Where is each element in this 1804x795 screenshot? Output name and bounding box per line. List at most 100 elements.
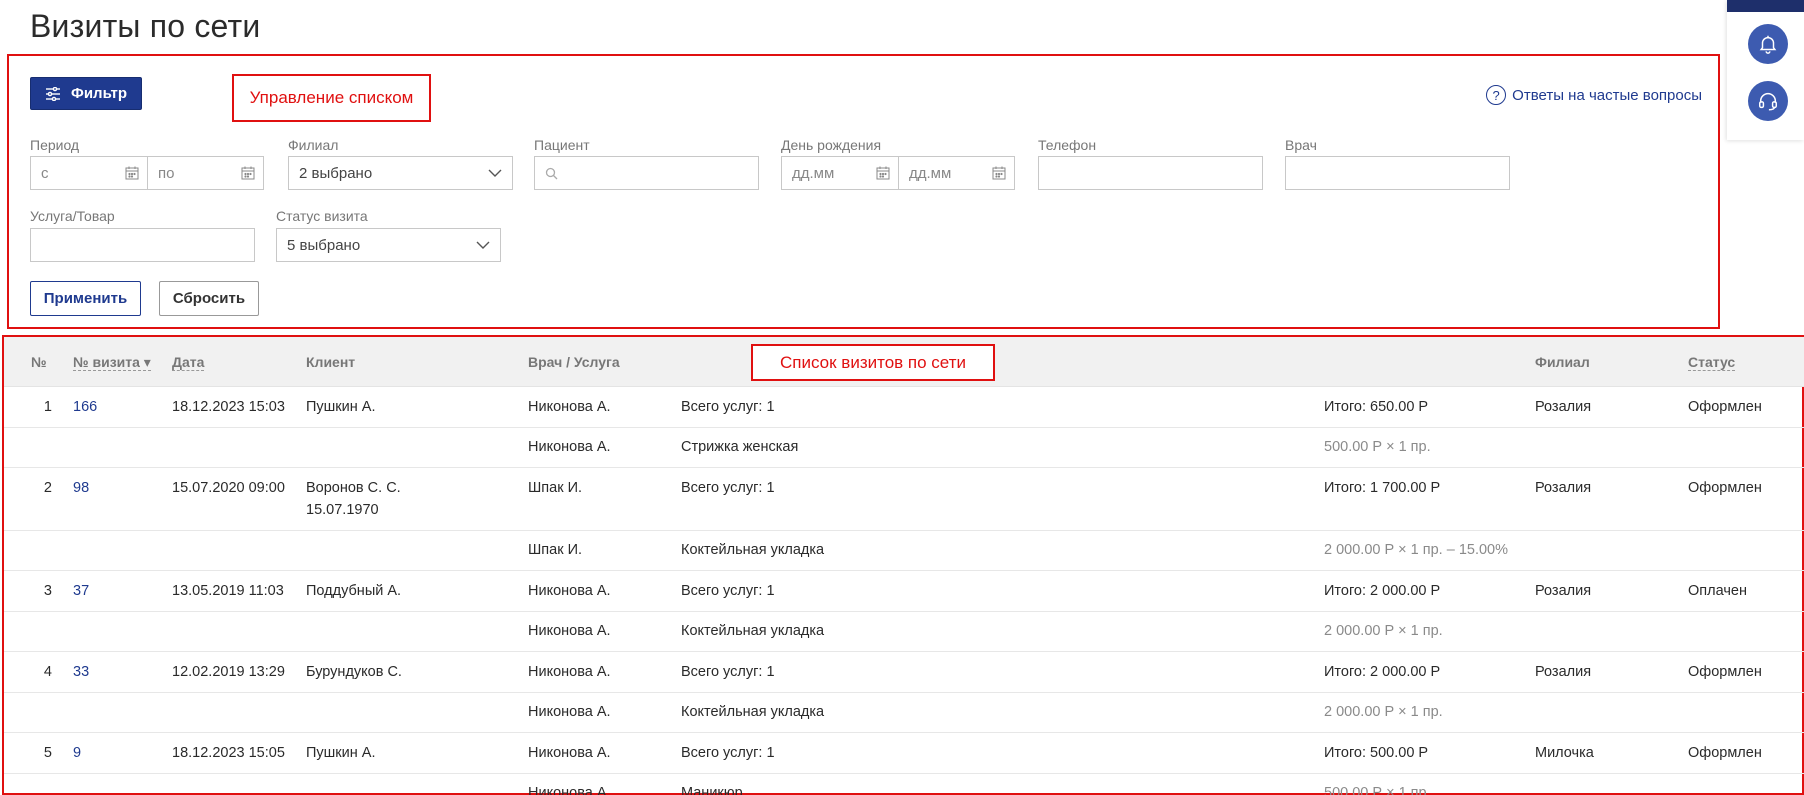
service-input[interactable] bbox=[30, 228, 255, 262]
table-subrow: Никонова А. Маникюр 500.00 Р × 1 пр. bbox=[4, 774, 1804, 795]
birthday-label: День рождения bbox=[781, 137, 882, 153]
table-subrow: Никонова А. Стрижка женская 500.00 Р × 1… bbox=[4, 428, 1804, 468]
visit-link[interactable]: 166 bbox=[73, 396, 97, 418]
table-subrow: Шпак И. Коктейльная укладка 2 000.00 Р ×… bbox=[4, 531, 1804, 571]
support-button[interactable] bbox=[1748, 81, 1788, 121]
column-header-visit-no[interactable]: № визита ▾ bbox=[73, 337, 151, 387]
service-summary: Всего услуг: 1 bbox=[681, 480, 775, 496]
visit-link[interactable]: 33 bbox=[73, 661, 89, 683]
period-to-placeholder: по bbox=[158, 164, 175, 182]
period-to-input[interactable]: по bbox=[147, 156, 264, 190]
branch-select-value: 2 выбрано bbox=[299, 164, 373, 182]
patient-search-input[interactable] bbox=[534, 156, 759, 190]
calendar-icon bbox=[125, 166, 139, 180]
search-icon bbox=[545, 167, 558, 179]
service-price: 2 000.00 Р × 1 пр. – 15.00% bbox=[1324, 542, 1509, 558]
service-name: Коктейльная укладка bbox=[681, 704, 825, 720]
birthday-from-placeholder: дд.мм bbox=[792, 164, 835, 182]
reset-button[interactable]: Сбросить bbox=[159, 281, 259, 316]
visit-date: 15.07.2020 09:00 bbox=[172, 480, 285, 496]
column-header-date[interactable]: Дата bbox=[172, 337, 205, 387]
service-price: 2 000.00 Р × 1 пр. bbox=[1324, 704, 1443, 720]
visit-total: Итого: 500.00 Р bbox=[1324, 745, 1429, 761]
table-row[interactable]: 5 9 18.12.2023 15:05 Пушкин А. Никонова … bbox=[4, 733, 1804, 774]
period-from-placeholder: с bbox=[41, 164, 49, 182]
visit-total: Итого: 650.00 Р bbox=[1324, 399, 1429, 415]
table-subrow: Никонова А. Коктейльная укладка 2 000.00… bbox=[4, 612, 1804, 652]
status-badge: Оформлен bbox=[1688, 399, 1762, 415]
sliders-icon bbox=[46, 86, 61, 101]
filter-button[interactable]: Фильтр bbox=[30, 77, 142, 110]
notifications-button[interactable] bbox=[1748, 24, 1788, 64]
visit-branch: Розалия bbox=[1535, 399, 1592, 415]
row-number: 5 bbox=[43, 745, 52, 761]
visit-total: Итого: 2 000.00 Р bbox=[1324, 664, 1441, 680]
visit-branch: Розалия bbox=[1535, 480, 1592, 496]
client-name: Пушкин А. bbox=[306, 399, 376, 415]
right-rail bbox=[1727, 0, 1804, 140]
table-row[interactable]: 1 166 18.12.2023 15:03 Пушкин А. Никонов… bbox=[4, 387, 1804, 428]
row-number: 1 bbox=[43, 399, 52, 415]
table-row[interactable]: 2 98 15.07.2020 09:00 Воронов С. С. 15.0… bbox=[4, 468, 1804, 531]
column-header-status-label: Статус bbox=[1688, 354, 1736, 371]
status-badge: Оплачен bbox=[1688, 583, 1747, 599]
period-from-input[interactable]: с bbox=[30, 156, 148, 190]
column-header-status[interactable]: Статус bbox=[1688, 337, 1736, 387]
column-header-doctor-service: Врач / Услуга bbox=[528, 354, 620, 370]
visit-date: 12.02.2019 13:29 bbox=[172, 664, 285, 680]
doctor-name: Никонова А. bbox=[528, 583, 611, 599]
status-badge: Оформлен bbox=[1688, 745, 1762, 761]
branch-label: Филиал bbox=[288, 137, 339, 153]
visit-status-select[interactable]: 5 выбрано bbox=[276, 228, 501, 262]
doctor-name: Шпак И. bbox=[528, 480, 583, 496]
doctor-name: Никонова А. bbox=[528, 439, 611, 455]
client-name: Поддубный А. bbox=[306, 583, 402, 599]
question-circle-icon: ? bbox=[1486, 85, 1507, 105]
annotation-callout-visits: Список визитов по сети bbox=[751, 344, 995, 381]
branch-select[interactable]: 2 выбрано bbox=[288, 156, 513, 190]
faq-link[interactable]: ? Ответы на частые вопросы bbox=[1486, 85, 1702, 105]
annotation-callout-filter: Управление списком bbox=[232, 74, 431, 122]
service-price: 500.00 Р × 1 пр. bbox=[1324, 785, 1431, 795]
chevron-down-icon bbox=[476, 241, 490, 249]
visit-branch: Розалия bbox=[1535, 664, 1592, 680]
service-price: 500.00 Р × 1 пр. bbox=[1324, 439, 1431, 455]
doctor-name: Никонова А. bbox=[528, 664, 611, 680]
calendar-icon bbox=[876, 166, 890, 180]
service-name: Коктейльная укладка bbox=[681, 542, 825, 558]
birthday-from-input[interactable]: дд.мм bbox=[781, 156, 899, 190]
table-row[interactable]: 3 37 13.05.2019 11:03 Поддубный А. Никон… bbox=[4, 571, 1804, 612]
visit-total: Итого: 2 000.00 Р bbox=[1324, 583, 1441, 599]
visit-link[interactable]: 37 bbox=[73, 580, 89, 602]
table-row[interactable]: 4 33 12.02.2019 13:29 Бурундуков С. Нико… bbox=[4, 652, 1804, 693]
chevron-down-icon bbox=[488, 169, 502, 177]
doctor-input[interactable] bbox=[1285, 156, 1510, 190]
service-summary: Всего услуг: 1 bbox=[681, 399, 775, 415]
column-header-date-label: Дата bbox=[172, 354, 205, 371]
apply-button[interactable]: Применить bbox=[30, 281, 141, 316]
visit-link[interactable]: 98 bbox=[73, 477, 89, 499]
client-birthdate: 15.07.1970 bbox=[306, 502, 379, 518]
calendar-icon bbox=[241, 166, 255, 180]
row-number: 3 bbox=[43, 583, 52, 599]
phone-label: Телефон bbox=[1038, 137, 1097, 153]
visit-date: 18.12.2023 15:03 bbox=[172, 399, 285, 415]
doctor-label: Врач bbox=[1285, 137, 1317, 153]
visit-date: 13.05.2019 11:03 bbox=[172, 583, 284, 599]
row-number: 4 bbox=[43, 664, 52, 680]
visit-link[interactable]: 9 bbox=[73, 742, 81, 764]
period-label: Период bbox=[30, 137, 80, 153]
birthday-to-input[interactable]: дд.мм bbox=[898, 156, 1015, 190]
service-name: Маникюр bbox=[681, 785, 743, 795]
bell-icon bbox=[1759, 35, 1777, 54]
visit-date: 18.12.2023 15:05 bbox=[172, 745, 285, 761]
row-number: 2 bbox=[43, 480, 52, 496]
doctor-name: Никонова А. bbox=[528, 745, 611, 761]
service-name: Стрижка женская bbox=[681, 439, 799, 455]
phone-input[interactable] bbox=[1038, 156, 1263, 190]
table-subrow: Никонова А. Коктейльная укладка 2 000.00… bbox=[4, 693, 1804, 733]
status-badge: Оформлен bbox=[1688, 664, 1762, 680]
faq-link-label: Ответы на частые вопросы bbox=[1512, 86, 1702, 104]
rail-top-bar bbox=[1727, 0, 1804, 12]
service-summary: Всего услуг: 1 bbox=[681, 664, 775, 680]
